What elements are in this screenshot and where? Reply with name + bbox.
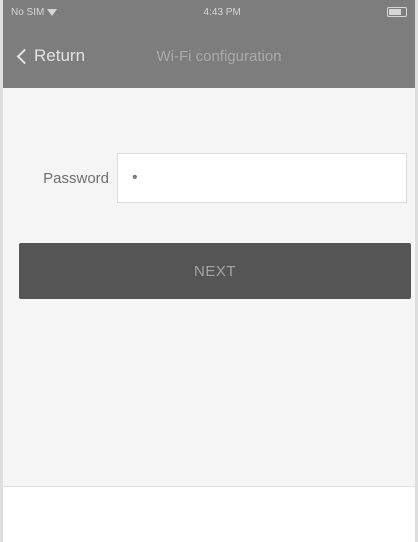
navigation-bar: Return Wi-Fi configuration — [3, 24, 415, 88]
status-bar: No SIM 4:43 PM — [3, 0, 415, 24]
password-label: Password — [43, 169, 109, 187]
bottom-area — [3, 486, 415, 542]
carrier-text: No SIM — [11, 6, 45, 18]
password-input[interactable] — [117, 153, 407, 203]
page-title: Wi-Fi configuration — [156, 47, 282, 65]
next-button[interactable]: NEXT — [19, 243, 411, 299]
battery-fill — [389, 9, 401, 15]
status-time: 4:43 PM — [203, 6, 241, 18]
phone-screen: No SIM 4:43 PM Return Wi-Fi configuratio… — [0, 0, 418, 542]
status-left: No SIM — [11, 6, 58, 18]
battery-icon — [387, 7, 407, 17]
wifi-icon — [47, 8, 58, 16]
password-row: Password — [3, 153, 415, 203]
